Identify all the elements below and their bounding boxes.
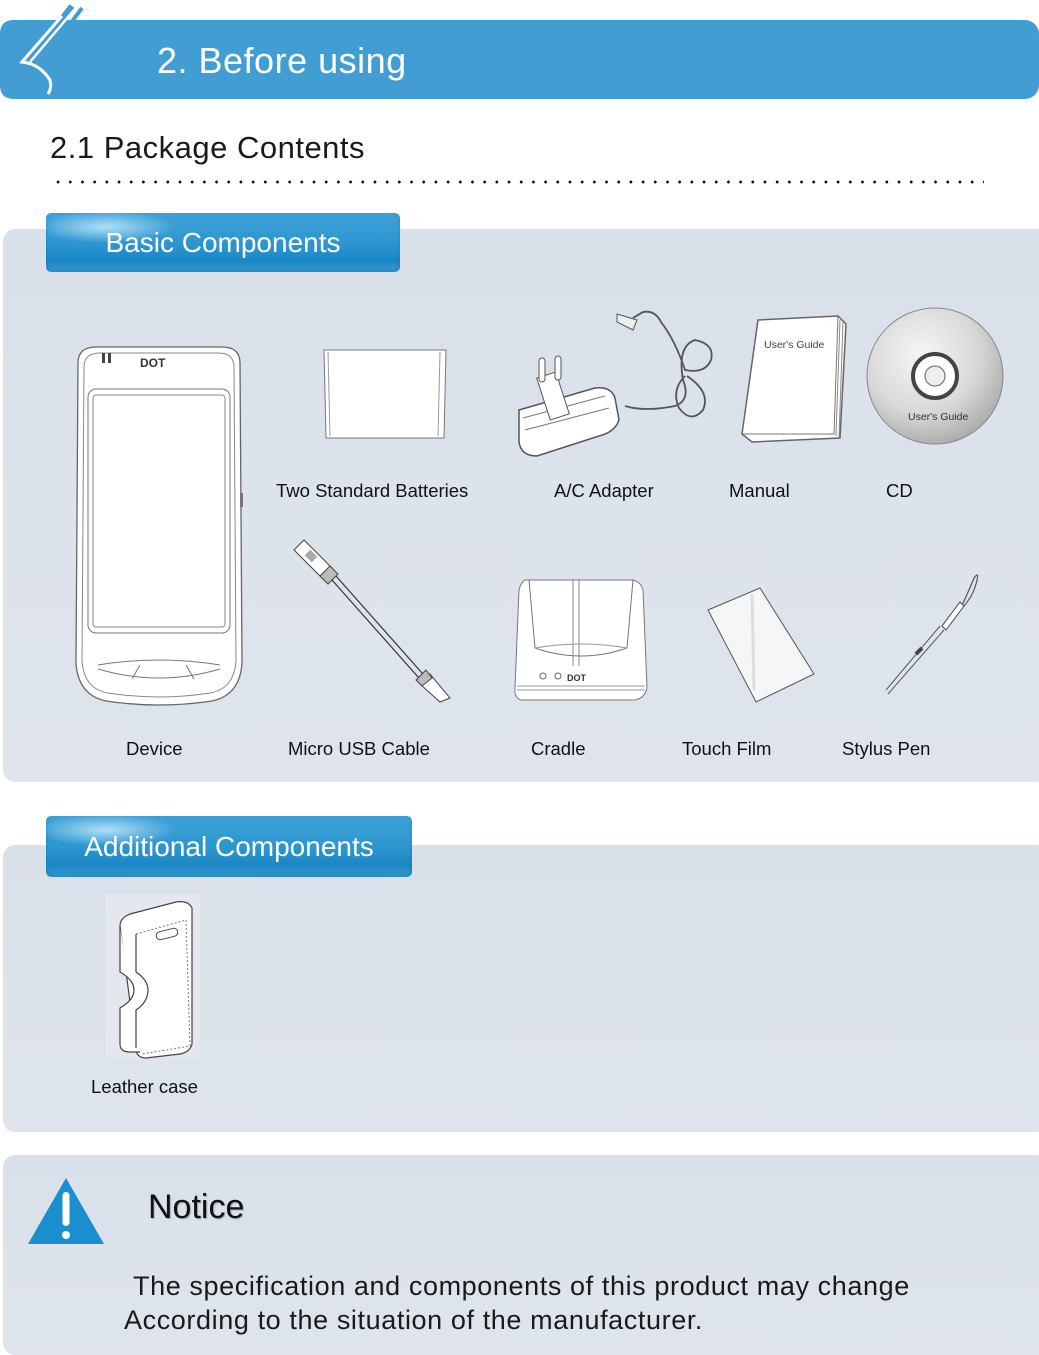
device-icon: DOT [75,346,243,706]
notice-text-line-2: According to the situation of the manufa… [124,1305,704,1335]
item-label-manual: Manual [729,480,790,501]
stylus-pen-icon [885,574,979,695]
chapter-title: 2. Before using [157,40,407,81]
additional-components-heading: Additional Components [46,816,412,877]
svg-text:DOT: DOT [567,673,587,683]
item-label-device: Device [126,738,183,759]
touch-film-icon [707,587,815,703]
manual-icon: User's Guide [741,315,847,443]
svg-text:User's Guide: User's Guide [764,339,825,351]
item-label-cd: CD [886,480,913,501]
battery-icon [323,349,447,439]
notice-heading: Notice [148,1188,245,1226]
item-label-cradle: Cradle [531,738,586,759]
item-label-touch-film: Touch Film [682,738,772,759]
item-label-ac-adapter: A/C Adapter [554,480,654,501]
leather-case-icon [106,894,200,1059]
chapter-header-bar [0,20,1039,99]
item-label-usb-cable: Micro USB Cable [288,738,430,759]
item-label-leather-case: Leather case [91,1076,198,1097]
svg-text:DOT: DOT [140,356,166,370]
page-curl-logo-icon [0,4,96,99]
notice-text-line-1: The specification and components of this… [133,1271,910,1301]
dotted-divider [52,180,984,184]
cd-icon: User's Guide [866,307,1004,445]
basic-components-heading: Basic Components [46,213,400,272]
ac-adapter-icon [518,310,713,457]
item-label-stylus-pen: Stylus Pen [842,738,931,759]
svg-text:User's Guide: User's Guide [908,411,969,423]
usb-cable-icon [293,539,451,703]
section-title: 2.1 Package Contents [50,130,366,165]
warning-triangle-icon [28,1178,104,1244]
cradle-icon: DOT [514,579,648,701]
item-label-batteries: Two Standard Batteries [276,480,469,501]
